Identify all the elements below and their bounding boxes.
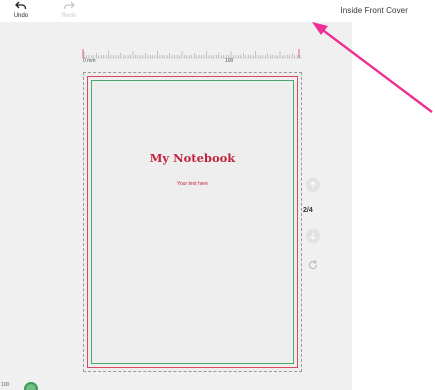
redo-icon — [63, 1, 75, 10]
refresh-icon — [308, 260, 318, 270]
notebook-subtitle[interactable]: Your text here — [84, 181, 301, 187]
page-indicator: 2/4 — [303, 207, 313, 214]
arrow-up-icon — [310, 181, 316, 188]
redo-label: Redo — [61, 13, 77, 19]
redo-button[interactable]: Redo — [56, 0, 82, 22]
current-page-title: Inside Front Cover — [340, 6, 408, 15]
zoom-value: 100 — [1, 382, 10, 388]
ruler-mid-label: 100 — [225, 58, 234, 64]
arrow-down-icon — [310, 233, 316, 240]
undo-button[interactable]: Undo — [8, 0, 34, 22]
ruler-ticks — [82, 49, 302, 59]
next-page-button[interactable] — [306, 229, 320, 243]
reset-button[interactable] — [307, 258, 319, 270]
undo-icon — [15, 1, 27, 10]
undo-label: Undo — [13, 13, 29, 19]
top-toolbar: Undo Redo Inside Front Cover — [0, 0, 435, 22]
notebook-page[interactable]: My Notebook Your text here — [83, 72, 302, 372]
zoom-control[interactable]: 100 — [0, 380, 40, 390]
ruler: 0 mm 100 — [82, 46, 302, 70]
previous-page-button[interactable] — [306, 178, 320, 192]
trim-line — [87, 76, 298, 368]
right-panel — [352, 22, 435, 390]
notebook-title[interactable]: My Notebook — [84, 151, 301, 165]
zoom-toggle-knob[interactable] — [24, 382, 38, 390]
safe-area-line — [91, 80, 294, 364]
ruler-start-label: 0 mm — [83, 58, 96, 64]
